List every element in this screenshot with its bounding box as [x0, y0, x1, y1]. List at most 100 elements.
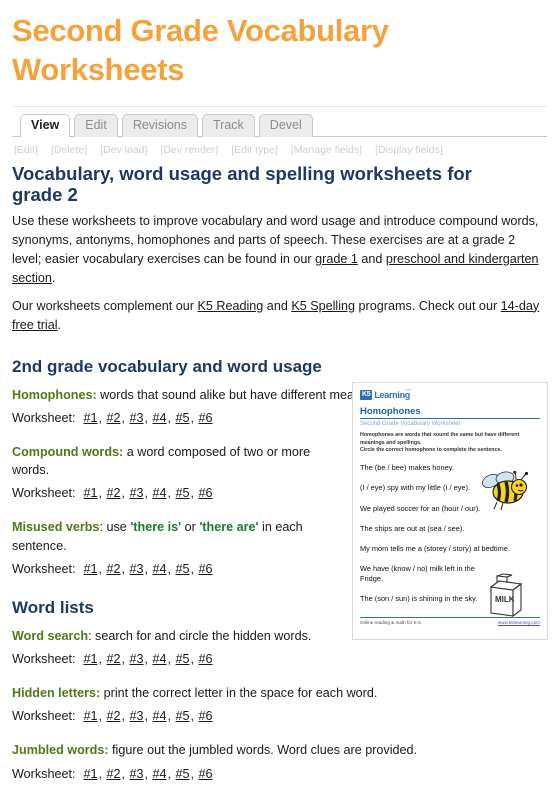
preview-question-6: We have (know / no) milk left in the Fri… [360, 564, 475, 583]
milk-label: MILK [495, 595, 515, 604]
admin-link-delete[interactable]: [Delete] [51, 144, 87, 156]
worksheet-preview-thumbnail[interactable]: K5 Learning Homophones Second Grade Voca… [352, 382, 548, 640]
ws-link-jumbled-2[interactable]: #2 [106, 767, 120, 781]
page-root: Second Grade Vocabulary Worksheets View … [0, 12, 557, 781]
ws-link-wordsearch-6[interactable]: #6 [199, 652, 213, 666]
ws-link-wordsearch-2[interactable]: #2 [106, 652, 120, 666]
worksheet-label-misused-verbs: Misused verbs [12, 520, 100, 535]
ws-link-compound-6[interactable]: #6 [199, 486, 213, 500]
ws-link-misused-3[interactable]: #3 [130, 562, 144, 576]
ws-link-jumbled-3[interactable]: #3 [130, 767, 144, 781]
preview-footer-left: Online reading & math for K-5 [360, 620, 421, 625]
intro-text-3: . [51, 270, 56, 285]
ws-link-hidden-3[interactable]: #3 [130, 709, 144, 723]
admin-link-manage-fields[interactable]: [Manage fields] [291, 144, 362, 156]
tab-bar: View Edit Revisions Track Devel [12, 105, 547, 137]
ws-link-compound-2[interactable]: #2 [106, 486, 120, 500]
worksheet-desc-hidden-letters: Hidden letters: print the correct letter… [12, 684, 547, 702]
preview-title: Homophones [360, 406, 540, 419]
worksheet-links-caption: Worksheet: [12, 652, 76, 666]
tab-view[interactable]: View [20, 113, 71, 137]
worksheet-links-caption: Worksheet: [12, 410, 76, 425]
tab-devel[interactable]: Devel [258, 113, 313, 137]
intro-text-2: and [357, 251, 386, 266]
tab-track[interactable]: Track [202, 113, 255, 137]
ws-link-compound-5[interactable]: #5 [176, 486, 190, 500]
ws-link-jumbled-4[interactable]: #4 [153, 767, 167, 781]
intro2-text-1: Our worksheets complement our [12, 298, 198, 313]
ws-link-homophones-3[interactable]: #3 [130, 411, 144, 425]
admin-link-edit-type[interactable]: [Edit type] [231, 144, 278, 156]
intro2-text-2: and [263, 298, 292, 313]
intro2-text-3: programs. Check out our [355, 298, 501, 313]
worksheet-desc-compound-words: Compound words: a word composed of two o… [12, 443, 342, 480]
ws-link-homophones-5[interactable]: #5 [176, 411, 190, 425]
worksheet-desc-jumbled-words: Jumbled words: figure out the jumbled wo… [12, 741, 547, 759]
milk-carton-icon: MILK [489, 573, 523, 618]
ws-link-hidden-2[interactable]: #2 [106, 709, 120, 723]
admin-link-dev-load[interactable]: [Dev load] [100, 144, 147, 156]
preview-subtitle: Second Grade Vocabulary Worksheet [360, 421, 461, 427]
ws-link-misused-5[interactable]: #5 [176, 562, 190, 576]
ws-link-jumbled-5[interactable]: #5 [176, 767, 190, 781]
preview-question-1: The (be / bee) makes honey. [360, 463, 454, 473]
preview-question-4: The ships are out at (sea / see). [360, 523, 465, 533]
ws-link-compound-3[interactable]: #3 [130, 486, 144, 500]
ws-link-hidden-6[interactable]: #6 [199, 709, 213, 723]
worksheet-label-hidden-letters: Hidden letters: [12, 686, 101, 700]
misused-text-b: or [181, 520, 200, 535]
admin-link-edit[interactable]: [Edit] [14, 144, 38, 156]
misused-quote-2: 'there are' [199, 520, 259, 535]
misused-quote-1: 'there is' [130, 520, 182, 535]
preview-question-5: My mom tells me a (storey / story) at be… [360, 544, 510, 554]
ws-link-wordsearch-1[interactable]: #1 [83, 652, 97, 666]
ws-link-misused-4[interactable]: #4 [153, 562, 167, 576]
intro-paragraph-2: Our worksheets complement our K5 Reading… [12, 297, 547, 335]
worksheet-links-jumbled-words: Worksheet: #1, #2, #3, #4, #5, #6 [12, 766, 213, 781]
link-grade-1[interactable]: grade 1 [315, 252, 358, 266]
worksheet-desc-misused-verbs: Misused verbs: use 'there is' or 'there … [12, 518, 342, 555]
admin-link-dev-render[interactable]: [Dev render] [160, 144, 218, 156]
worksheet-links-caption: Worksheet: [12, 709, 76, 724]
ws-link-homophones-6[interactable]: #6 [199, 411, 213, 425]
ws-link-homophones-2[interactable]: #2 [106, 411, 120, 425]
ws-link-jumbled-6[interactable]: #6 [199, 767, 213, 781]
preview-instructions: Homophones are words that sound the same… [360, 432, 520, 454]
ws-link-misused-2[interactable]: #2 [106, 562, 120, 576]
k5-learning-logo: K5 Learning [360, 389, 540, 401]
ws-link-homophones-4[interactable]: #4 [153, 411, 167, 425]
worksheet-block-jumbled-words: Jumbled words: figure out the jumbled wo… [12, 741, 547, 780]
worksheet-preview-content: K5 Learning Homophones Second Grade Voca… [353, 383, 547, 639]
tab-list: View Edit Revisions Track Devel [12, 112, 547, 137]
preview-footer: Online reading & math for K-5 www.k5lear… [360, 617, 540, 625]
worksheet-label-homophones: Homophones: [12, 387, 97, 402]
ws-link-misused-1[interactable]: #1 [83, 562, 97, 576]
k5-badge-icon: K5 [360, 390, 373, 400]
bee-icon [482, 470, 529, 511]
ws-link-wordsearch-3[interactable]: #3 [130, 652, 144, 666]
worksheet-desc-word-search: Word search: search for and circle the h… [12, 627, 342, 645]
preview-question-2: (I / eye) spy with my little (I / eye). [360, 483, 471, 493]
ws-link-compound-4[interactable]: #4 [153, 486, 167, 500]
ws-link-jumbled-1[interactable]: #1 [83, 767, 97, 781]
ws-link-hidden-5[interactable]: #5 [176, 709, 190, 723]
ws-link-misused-6[interactable]: #6 [199, 562, 213, 576]
worksheet-desc-text-jumbled-words: figure out the jumbled words. Word clues… [108, 743, 418, 758]
admin-link-display-fields[interactable]: [Display fields] [375, 144, 443, 156]
ws-link-hidden-1[interactable]: #1 [83, 709, 97, 723]
tab-edit[interactable]: Edit [74, 113, 118, 137]
ws-link-wordsearch-4[interactable]: #4 [153, 652, 167, 666]
link-k5-reading[interactable]: K5 Reading [197, 299, 263, 313]
preview-footer-link[interactable]: www.k5learning.com [498, 620, 540, 625]
swoosh-icon [404, 389, 412, 395]
ws-link-compound-1[interactable]: #1 [83, 486, 97, 500]
ws-link-hidden-4[interactable]: #4 [153, 709, 167, 723]
link-k5-spelling[interactable]: K5 Spelling [291, 299, 355, 313]
tab-revisions[interactable]: Revisions [121, 113, 198, 137]
misused-text-a: : use [99, 520, 131, 535]
preview-question-3: We played soccer for an (hour / our). [360, 503, 481, 513]
ws-link-homophones-1[interactable]: #1 [83, 411, 97, 425]
worksheet-desc-text-word-search: : search for and circle the hidden words… [88, 628, 312, 643]
worksheet-block-hidden-letters: Hidden letters: print the correct letter… [12, 684, 547, 723]
ws-link-wordsearch-5[interactable]: #5 [176, 652, 190, 666]
